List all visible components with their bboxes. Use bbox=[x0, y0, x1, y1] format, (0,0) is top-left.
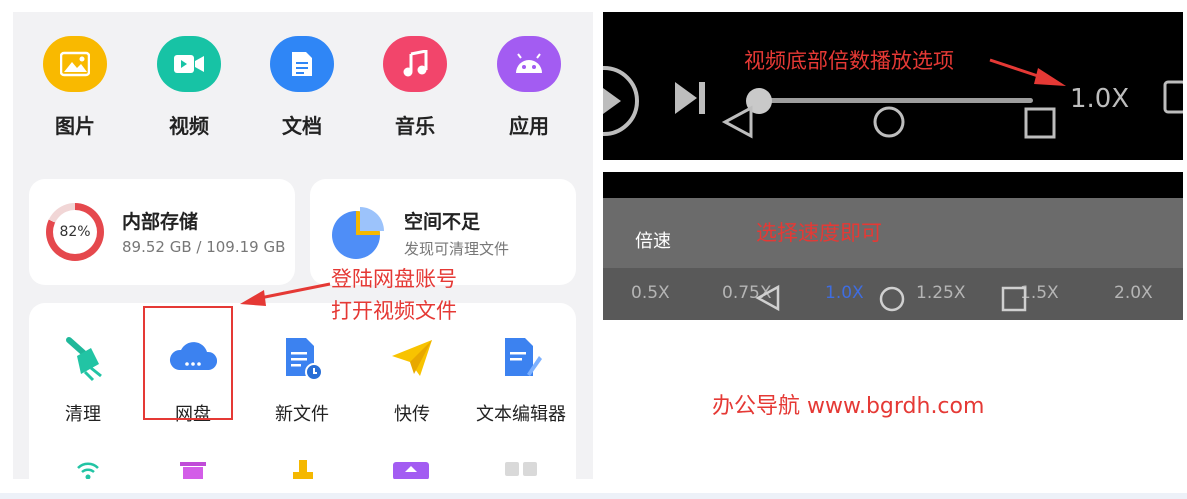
category-label: 图片 bbox=[55, 114, 95, 138]
speed-menu-title: 倍速 bbox=[635, 231, 671, 252]
tool-text-editor[interactable]: 文本编辑器 bbox=[466, 334, 576, 426]
android-icon bbox=[497, 36, 561, 92]
category-videos[interactable]: 视频 bbox=[139, 36, 239, 139]
storage-title: 内部存储 bbox=[122, 211, 199, 233]
video-icon bbox=[157, 36, 221, 92]
grid-icon[interactable] bbox=[503, 460, 539, 479]
file-manager-panel: 图片 视频 文档 音乐 应用 82% 内部存储 89.52 GB / 109.1… bbox=[13, 12, 593, 479]
new-file-icon bbox=[278, 334, 326, 382]
annotation-speed-option: 视频底部倍数播放选项 bbox=[744, 49, 954, 73]
video-player-bar: 1.0X bbox=[603, 12, 1183, 160]
annotation-arrow-left bbox=[240, 282, 331, 306]
category-documents[interactable]: 文档 bbox=[252, 36, 352, 139]
backup-icon[interactable] bbox=[391, 460, 431, 479]
skip-next-icon[interactable] bbox=[673, 80, 709, 116]
annotation-arrow-right bbox=[989, 58, 1066, 86]
speed-option-1-0x[interactable]: 1.0X bbox=[825, 283, 864, 303]
bottom-strip bbox=[0, 493, 1187, 499]
nav-back-icon[interactable] bbox=[755, 284, 781, 312]
annotation-login-line2: 打开视频文件 bbox=[331, 299, 457, 323]
playback-speed-button[interactable]: 1.0X bbox=[1070, 84, 1129, 114]
broom-icon bbox=[59, 334, 107, 382]
space-warning-title: 空间不足 bbox=[404, 211, 481, 233]
play-button[interactable] bbox=[603, 66, 639, 136]
annotation-login-line1: 登陆网盘账号 bbox=[331, 267, 457, 291]
cloud-drive-highlight bbox=[143, 306, 233, 420]
document-icon bbox=[270, 36, 334, 92]
internal-storage-card[interactable]: 82% 内部存储 89.52 GB / 109.19 GB bbox=[29, 179, 295, 285]
category-label: 视频 bbox=[169, 114, 209, 138]
speed-menu-header bbox=[603, 198, 1183, 268]
usb-icon[interactable] bbox=[291, 460, 315, 479]
space-warning-detail: 发现可清理文件 bbox=[404, 240, 510, 258]
annotation-choose-speed: 选择速度即可 bbox=[756, 221, 882, 245]
nav-recents-icon[interactable] bbox=[1001, 286, 1027, 312]
site-watermark: 办公导航 www.bgrdh.com bbox=[712, 394, 985, 419]
category-label: 应用 bbox=[509, 114, 549, 138]
speed-menu-panel: 倍速 0.5X 0.75X 1.0X 1.25X 1.5X 2.0X bbox=[603, 172, 1183, 320]
storage-detail: 89.52 GB / 109.19 GB bbox=[122, 238, 286, 256]
image-icon bbox=[43, 36, 107, 92]
tool-clean[interactable]: 清理 bbox=[28, 334, 138, 426]
storage-percent: 82% bbox=[53, 210, 97, 254]
category-images[interactable]: 图片 bbox=[25, 36, 125, 139]
window-icon[interactable] bbox=[1163, 78, 1183, 122]
category-label: 文档 bbox=[282, 114, 322, 138]
nav-home-icon[interactable] bbox=[871, 104, 907, 140]
tool-quick-transfer[interactable]: 快传 bbox=[357, 334, 467, 426]
tool-label: 文本编辑器 bbox=[476, 404, 566, 425]
tool-label: 新文件 bbox=[275, 404, 329, 425]
paper-plane-icon bbox=[388, 334, 436, 382]
wifi-icon[interactable] bbox=[76, 460, 100, 479]
speed-option-1-25x[interactable]: 1.25X bbox=[916, 283, 966, 303]
category-apps[interactable]: 应用 bbox=[479, 36, 579, 139]
screenshot-stage: 图片 视频 文档 音乐 应用 82% 内部存储 89.52 GB / 109.1… bbox=[0, 0, 1187, 499]
category-music[interactable]: 音乐 bbox=[365, 36, 465, 139]
nav-home-icon[interactable] bbox=[877, 284, 907, 314]
seek-bar[interactable] bbox=[759, 98, 1033, 103]
music-icon bbox=[383, 36, 447, 92]
trash-icon[interactable] bbox=[178, 460, 208, 479]
play-icon bbox=[603, 88, 621, 114]
pie-chart-icon bbox=[330, 205, 386, 261]
category-row: 图片 视频 文档 音乐 应用 bbox=[13, 36, 593, 146]
nav-recents-icon[interactable] bbox=[1023, 106, 1057, 140]
text-editor-icon bbox=[497, 334, 545, 382]
tool-label: 清理 bbox=[65, 404, 101, 425]
speed-option-0-5x[interactable]: 0.5X bbox=[631, 283, 670, 303]
category-label: 音乐 bbox=[395, 114, 435, 138]
speed-option-2-0x[interactable]: 2.0X bbox=[1114, 283, 1153, 303]
nav-back-icon[interactable] bbox=[721, 104, 755, 140]
tool-label: 快传 bbox=[394, 404, 430, 425]
storage-usage-ring: 82% bbox=[46, 203, 104, 261]
tool-new-file[interactable]: 新文件 bbox=[247, 334, 357, 426]
